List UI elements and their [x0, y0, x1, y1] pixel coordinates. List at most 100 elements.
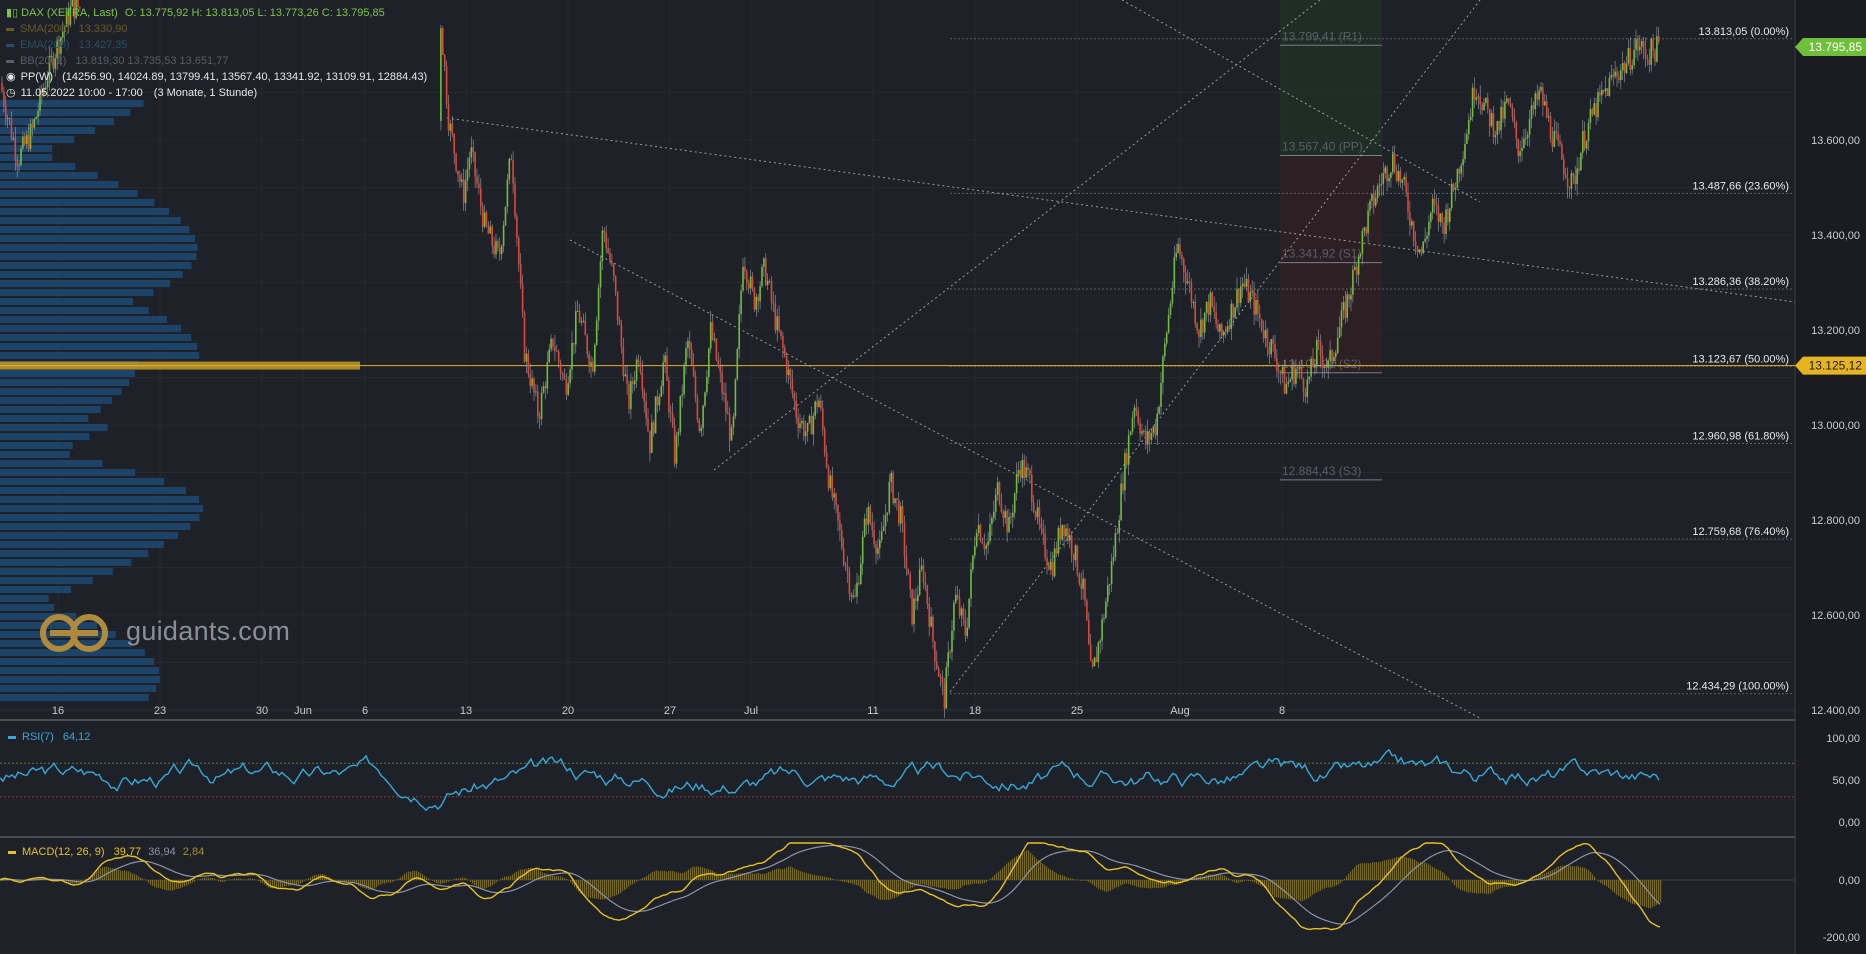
- candle-down: [768, 280, 771, 282]
- ohlc-values: O: 13.775,92 H: 13.813,05 L: 13.773,26 C…: [124, 7, 385, 19]
- volume-profile-bar: [0, 289, 154, 296]
- fib-label: 12.759,68 (76.40%): [1692, 526, 1789, 538]
- candle-up: [1534, 93, 1537, 110]
- candle-up: [860, 563, 862, 584]
- candle-up: [930, 616, 932, 627]
- candle-up: [787, 369, 790, 376]
- candle-up: [1120, 483, 1122, 521]
- candle-up: [20, 148, 22, 165]
- macd-histogram-bar: [170, 880, 172, 891]
- candle-down: [926, 585, 929, 604]
- fib-label: 13.813,05 (0.00%): [1698, 26, 1789, 38]
- target-icon: ◉: [6, 71, 16, 83]
- macd-histogram-bar: [1378, 862, 1380, 880]
- macd-histogram-bar: [974, 880, 976, 884]
- macd-histogram-bar: [784, 868, 786, 880]
- candle-up: [1445, 209, 1447, 234]
- candle-down: [791, 379, 794, 394]
- candle-down: [909, 574, 911, 589]
- candle-down: [480, 188, 482, 207]
- candle-up: [683, 364, 685, 395]
- macd-histogram-bar: [1620, 880, 1622, 897]
- rsi-legend[interactable]: RSI(7) 64,12: [8, 731, 90, 743]
- macd-histogram-bar: [1040, 861, 1042, 880]
- x-tick-label: Aug: [1170, 705, 1190, 717]
- candle-down: [1435, 203, 1438, 206]
- macd-histogram-bar: [116, 868, 118, 880]
- macd-histogram-bar: [756, 873, 758, 880]
- macd-histogram-bar: [1332, 880, 1334, 888]
- candle-down: [746, 271, 748, 284]
- macd-histogram-bar: [1604, 880, 1606, 886]
- candle-up: [1160, 382, 1162, 407]
- macd-histogram-bar: [1250, 880, 1252, 882]
- macd-histogram-bar: [118, 869, 120, 880]
- candle-down: [1279, 371, 1282, 374]
- candle-down: [1355, 266, 1358, 275]
- pivot-label: 13.799,41 (R1): [1282, 29, 1362, 43]
- volume-profile-bar: [0, 532, 179, 539]
- macd-histogram-bar: [1002, 867, 1004, 880]
- volume-profile-bar: [0, 586, 72, 593]
- macd-histogram-bar: [992, 876, 994, 880]
- macd-histogram-bar: [364, 880, 366, 889]
- macd-histogram-bar: [856, 880, 858, 886]
- macd-histogram-bar: [606, 880, 608, 899]
- candle-down: [865, 518, 868, 525]
- volume-profile-bar: [0, 478, 165, 485]
- candle-up: [1200, 319, 1202, 337]
- candle-down: [1044, 533, 1046, 558]
- volume-profile-bar: [0, 163, 76, 170]
- sma-legend[interactable]: SMA(200) 13.330,90: [6, 22, 128, 36]
- candle-up: [651, 422, 653, 453]
- macd-histogram-bar: [134, 874, 136, 880]
- candle-down: [869, 506, 872, 523]
- candle-up: [1357, 256, 1360, 275]
- candle-down: [848, 571, 851, 595]
- candle-down: [1034, 511, 1037, 518]
- bb-legend[interactable]: BB(20, 2) 13.819,30 13.735,53 13.651,77: [6, 54, 228, 68]
- volume-profile-bar: [0, 199, 155, 206]
- candle-up: [1230, 303, 1233, 330]
- macd-histogram-bar: [570, 880, 572, 883]
- macd-histogram-bar: [540, 871, 542, 880]
- macd-histogram-bar: [1140, 880, 1142, 888]
- macd-histogram-bar: [160, 880, 162, 889]
- macd-histogram-bar: [1424, 862, 1426, 880]
- fib-label: 12.434,29 (100.00%): [1686, 681, 1789, 693]
- macd-histogram-bar: [700, 866, 702, 880]
- candle-down: [31, 124, 34, 128]
- macd-histogram-bar: [528, 868, 530, 880]
- macd-histogram-bar: [1616, 880, 1618, 895]
- candle-up: [917, 595, 919, 602]
- candle-up: [1388, 177, 1390, 182]
- candle-down: [1253, 290, 1255, 315]
- candle-up: [1397, 170, 1400, 181]
- candle-down: [478, 183, 480, 189]
- candle-up: [1352, 269, 1354, 295]
- macd-histogram-bar: [1124, 880, 1126, 884]
- instrument-title: DAX (XETRA, Last): [21, 7, 118, 19]
- macd-histogram-bar: [360, 880, 362, 887]
- candle-up: [1553, 131, 1556, 147]
- macd-histogram-bar: [1386, 859, 1388, 880]
- ema-legend[interactable]: EMA(200) 13.427,35: [6, 38, 128, 52]
- macd-histogram-bar: [1632, 880, 1634, 905]
- macd-histogram-bar: [402, 875, 404, 880]
- candle-up: [1430, 212, 1432, 222]
- candle-down: [1188, 281, 1191, 283]
- macd-legend[interactable]: MACD(12, 26, 9) 39,77 36,94 2,84: [8, 846, 204, 858]
- candle-up: [662, 362, 664, 387]
- macd-histogram-bar: [246, 879, 248, 880]
- volume-profile-bar: [0, 172, 98, 179]
- pivot-legend[interactable]: ◉ PP(W) (14256.90, 14024.89, 13799.41, 13…: [6, 70, 427, 84]
- macd-histogram-bar: [1288, 880, 1290, 900]
- macd-histogram-bar: [506, 876, 508, 880]
- candle-down: [512, 159, 514, 184]
- candle-up: [540, 392, 543, 419]
- macd-histogram-bar: [464, 877, 466, 880]
- macd-histogram-bar: [764, 873, 766, 880]
- dax-chart[interactable]: 13.799,41 (R1) 13.567,40 (PP) 13.341,92 (S…: [0, 0, 1866, 954]
- candle-up: [808, 415, 811, 423]
- macd-histogram-bar: [896, 880, 898, 898]
